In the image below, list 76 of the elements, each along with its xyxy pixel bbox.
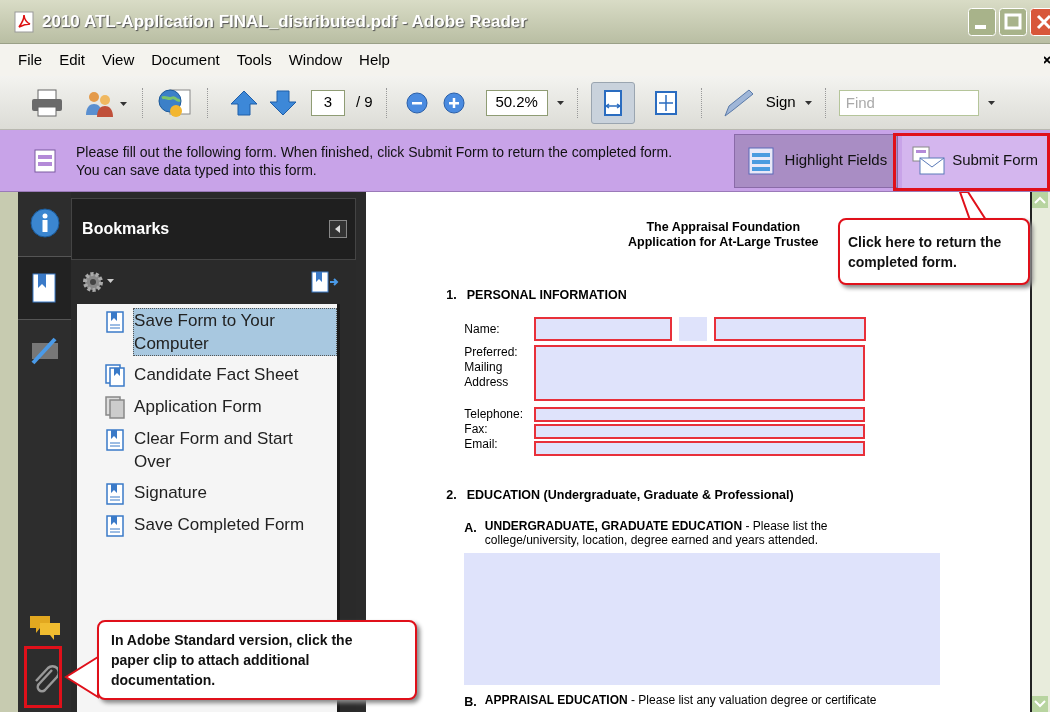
- document-heading: Application for At-Large Trustee: [628, 235, 819, 250]
- subsection-text: APPRAISAL EDUCATION - Please list any valuation degree or certificate: [484, 693, 878, 710]
- bookmarks-tab[interactable]: [18, 256, 72, 320]
- pdf-icon: [14, 10, 34, 33]
- form-field[interactable]: [714, 316, 867, 341]
- section-number: 1.: [446, 287, 457, 304]
- form-icon: [34, 148, 56, 173]
- down-arrow-icon[interactable]: [268, 88, 298, 117]
- bookmark-item[interactable]: Signature: [133, 480, 338, 505]
- bookmark-icon: [105, 310, 126, 334]
- field-label: Name:: [464, 320, 501, 338]
- field-label: Address: [464, 374, 510, 390]
- comments-icon[interactable]: [27, 614, 62, 642]
- submit-form-button[interactable]: Submit Form: [902, 133, 1048, 188]
- menu-item[interactable]: Tools: [236, 48, 272, 72]
- section-title: PERSONAL INFORMATION: [466, 287, 627, 304]
- window-title: 2010 ATL-Application FINAL_distributed.pdf - Adobe Reader: [42, 10, 528, 33]
- info-icon: [28, 207, 61, 241]
- subsection-letter: B.: [464, 694, 477, 712]
- field-label: Mailing: [464, 359, 504, 375]
- form-field[interactable]: [534, 423, 866, 439]
- print-icon[interactable]: [30, 87, 64, 118]
- caret-icon[interactable]: [804, 100, 812, 105]
- menu-item[interactable]: Document: [151, 48, 220, 72]
- fit-page-icon: [653, 89, 678, 116]
- sign-menu[interactable]: Sign: [765, 91, 796, 114]
- zoom-field[interactable]: 50.2%: [485, 89, 548, 116]
- panel-title: Bookmarks: [82, 219, 170, 239]
- bookmark-item[interactable]: Save Form to Your Computer: [133, 308, 338, 356]
- menu-item[interactable]: Edit: [59, 48, 86, 72]
- form-message: Please fill out the following form. When finished, click Submit Form to return the completed form. You can save data typed into this form.: [76, 142, 674, 179]
- section-number: 2.: [446, 486, 457, 504]
- form-field[interactable]: [534, 316, 673, 341]
- section-title: EDUCATION (Undergraduate, Graduate & Professional): [466, 486, 794, 504]
- subsection-text: UNDERGRADUATE, GRADUATE EDUCATION - Please list the college/university, location, degree earned and years attended.: [484, 518, 829, 547]
- collapse-icon[interactable]: [329, 220, 348, 238]
- bookmark-icon: [105, 396, 126, 420]
- highlight-frame: [24, 646, 62, 708]
- bookmark-item[interactable]: Save Completed Form: [133, 512, 338, 537]
- caret-icon[interactable]: [987, 100, 995, 105]
- up-arrow-icon[interactable]: [229, 88, 259, 117]
- form-field[interactable]: [464, 552, 941, 686]
- bookmark-icon: [105, 482, 126, 506]
- field-label: Fax:: [464, 421, 489, 437]
- page-total: / 9: [356, 92, 373, 113]
- find-field[interactable]: Find: [838, 89, 979, 116]
- menu-item[interactable]: View: [102, 48, 135, 72]
- form-field[interactable]: [534, 406, 866, 422]
- form-field[interactable]: [534, 440, 866, 456]
- bookmark-icon: [105, 514, 126, 538]
- export-icon[interactable]: [310, 270, 341, 294]
- highlight-fields-button[interactable]: Highlight Fields: [733, 133, 899, 188]
- subsection-letter: A.: [464, 519, 477, 537]
- bookmark-item[interactable]: Application Form: [133, 394, 338, 419]
- envelope-icon: [912, 145, 947, 176]
- menu-item[interactable]: Window: [288, 48, 343, 72]
- close-icon[interactable]: [1044, 55, 1050, 65]
- bookmark-icon: [105, 428, 126, 452]
- menu-item[interactable]: File: [18, 48, 43, 72]
- form-field[interactable]: [679, 316, 708, 341]
- zoom-in-icon[interactable]: [442, 91, 465, 114]
- menu-item[interactable]: Help: [359, 48, 390, 72]
- bookmark-item[interactable]: Clear Form and Start Over: [133, 426, 338, 474]
- bookmark-icon: [105, 364, 126, 388]
- bookmark-item[interactable]: Candidate Fact Sheet: [133, 362, 338, 387]
- field-label: Email:: [464, 436, 499, 452]
- field-label: Preferred:: [464, 344, 519, 360]
- page-number-field[interactable]: 3: [311, 89, 345, 116]
- document-heading: The Appraisal Foundation: [646, 220, 801, 235]
- field-label: Telephone:: [464, 406, 524, 422]
- zoom-out-icon[interactable]: [405, 91, 428, 114]
- gear-icon[interactable]: [81, 270, 116, 294]
- callout: Click here to return the completed form.: [838, 218, 1030, 285]
- fit-width-button[interactable]: [590, 81, 635, 124]
- caret-icon[interactable]: [556, 100, 564, 105]
- form-field[interactable]: [534, 344, 866, 401]
